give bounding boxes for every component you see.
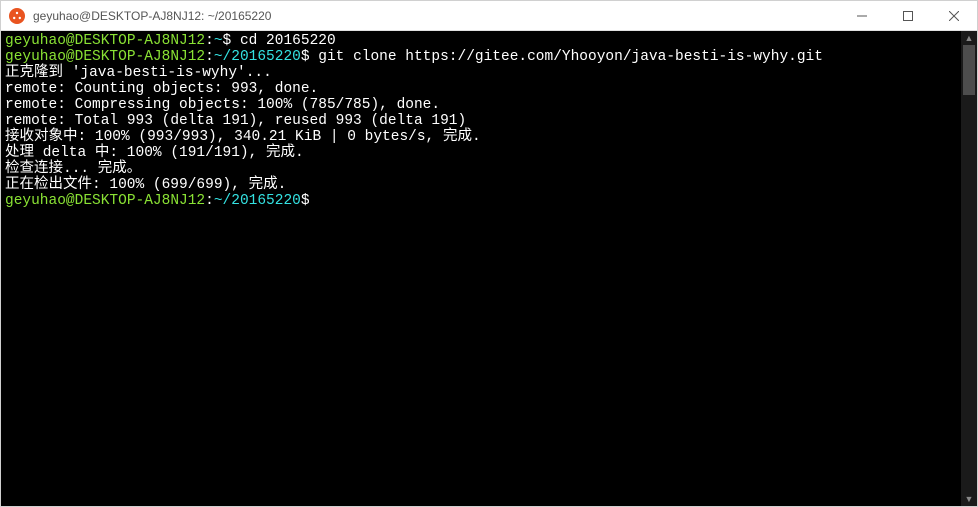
scrollbar-thumb[interactable] bbox=[963, 45, 975, 95]
prompt-dollar: $ bbox=[301, 193, 310, 209]
prompt-dollar: $ bbox=[301, 49, 318, 65]
window-controls bbox=[839, 1, 977, 30]
prompt-path: ~/20165220 bbox=[214, 49, 301, 65]
minimize-button[interactable] bbox=[839, 1, 885, 30]
window-title: geyuhao@DESKTOP-AJ8NJ12: ~/20165220 bbox=[33, 9, 839, 23]
prompt-dollar: $ bbox=[223, 33, 240, 49]
prompt-path: ~/20165220 bbox=[214, 193, 301, 209]
output-line: 处理 delta 中: 100% (191/191), 完成. bbox=[5, 145, 304, 161]
close-button[interactable] bbox=[931, 1, 977, 30]
scroll-up-icon[interactable]: ▲ bbox=[961, 31, 977, 45]
prompt-user: geyuhao@DESKTOP-AJ8NJ12 bbox=[5, 49, 205, 65]
output-line: 检查连接... 完成。 bbox=[5, 161, 141, 177]
titlebar[interactable]: geyuhao@DESKTOP-AJ8NJ12: ~/20165220 bbox=[1, 1, 977, 31]
command-text: git clone https://gitee.com/Yhooyon/java… bbox=[318, 49, 823, 65]
output-line: remote: Total 993 (delta 191), reused 99… bbox=[5, 113, 466, 129]
output-line: 接收对象中: 100% (993/993), 340.21 KiB | 0 by… bbox=[5, 129, 481, 145]
output-line: remote: Counting objects: 993, done. bbox=[5, 81, 318, 97]
prompt-path: ~ bbox=[214, 33, 223, 49]
scroll-down-icon[interactable]: ▼ bbox=[961, 492, 977, 506]
scrollbar[interactable]: ▲ ▼ bbox=[961, 31, 977, 506]
terminal-area: geyuhao@DESKTOP-AJ8NJ12:~$ cd 20165220 g… bbox=[1, 31, 977, 506]
terminal-window: geyuhao@DESKTOP-AJ8NJ12: ~/20165220 geyu… bbox=[0, 0, 978, 507]
maximize-button[interactable] bbox=[885, 1, 931, 30]
output-line: 正克隆到 'java-besti-is-wyhy'... bbox=[5, 65, 272, 81]
output-line: 正在检出文件: 100% (699/699), 完成. bbox=[5, 177, 286, 193]
prompt-user: geyuhao@DESKTOP-AJ8NJ12 bbox=[5, 33, 205, 49]
prompt-sep: : bbox=[205, 193, 214, 209]
prompt-sep: : bbox=[205, 49, 214, 65]
prompt-user: geyuhao@DESKTOP-AJ8NJ12 bbox=[5, 193, 205, 209]
ubuntu-icon bbox=[9, 8, 25, 24]
terminal-content[interactable]: geyuhao@DESKTOP-AJ8NJ12:~$ cd 20165220 g… bbox=[1, 31, 961, 506]
output-line: remote: Compressing objects: 100% (785/7… bbox=[5, 97, 440, 113]
command-text: cd 20165220 bbox=[240, 33, 336, 49]
prompt-sep: : bbox=[205, 33, 214, 49]
